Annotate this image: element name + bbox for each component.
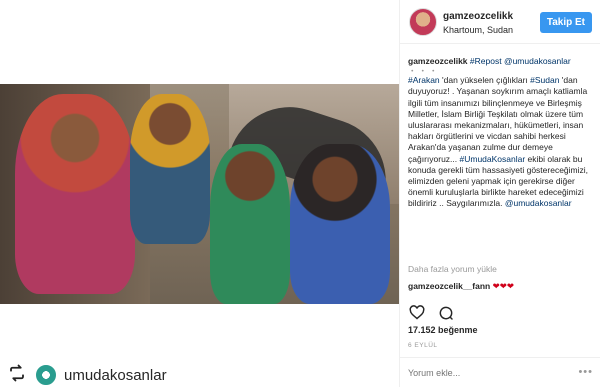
post-location[interactable]: Khartoum, Sudan [443, 25, 513, 35]
caption-text-1: 'dan yükselen çığlıkları [439, 75, 531, 86]
post-caption: gamzeozcelikk #Repost @umudakosanlar ・・・… [408, 56, 596, 210]
caption-username[interactable]: gamzeozcelikk [408, 56, 468, 66]
post-media-area: umudakosanlar [0, 0, 399, 387]
post-photo[interactable] [0, 84, 399, 304]
load-more-comments[interactable]: Daha fazla yorum yükle [408, 264, 497, 274]
more-options-icon[interactable]: ••• [578, 366, 593, 378]
mention-umudakosanlar[interactable]: @umudakosanlar [504, 56, 571, 66]
photo-figure-boy [210, 144, 290, 304]
post-header: gamzeozcelikk Khartoum, Sudan Takip Et [400, 0, 600, 44]
photo-figure-woman [15, 94, 135, 294]
avatar[interactable] [409, 8, 437, 36]
heart-icon[interactable] [408, 304, 425, 321]
hashtag-sudan[interactable]: #Sudan [530, 75, 559, 85]
caption-text-2: 'dan duyuyoruz! . Yaşanan soykırım amaçl… [408, 75, 588, 164]
photo-figure-elder [130, 94, 210, 244]
post-username[interactable]: gamzeozcelikk [443, 11, 513, 22]
comment-input[interactable] [408, 365, 568, 381]
photo-figure-girl [290, 144, 390, 304]
repost-icon [6, 364, 28, 387]
likes-count[interactable]: 17.152 beğenme [408, 325, 478, 335]
comment-username[interactable]: gamzeozcelik__fann [408, 281, 490, 291]
comment-box: ••• [400, 357, 600, 387]
mention-umudakosanlar-end[interactable]: @umudakosanlar [505, 198, 572, 208]
follow-button[interactable]: Takip Et [539, 12, 592, 33]
comment-text: ❤❤❤ [492, 281, 514, 291]
post-date[interactable]: 6 EYLÜL [408, 342, 438, 349]
hashtag-repost[interactable]: #Repost [470, 56, 502, 66]
caption-dots: ・・・ [408, 66, 440, 77]
repost-bar: umudakosanlar [6, 364, 167, 386]
post-side-panel: gamzeozcelikk Khartoum, Sudan Takip Et g… [399, 0, 600, 387]
repost-avatar[interactable] [36, 365, 56, 385]
repost-username[interactable]: umudakosanlar [64, 367, 167, 384]
comment-item: gamzeozcelik__fann ❤❤❤ [408, 281, 514, 292]
hashtag-umudakosanlar[interactable]: #UmudaKosanlar [460, 154, 526, 164]
comment-icon[interactable] [437, 304, 454, 321]
hashtag-arakan[interactable]: #Arakan [408, 75, 440, 85]
post-actions [408, 304, 454, 321]
